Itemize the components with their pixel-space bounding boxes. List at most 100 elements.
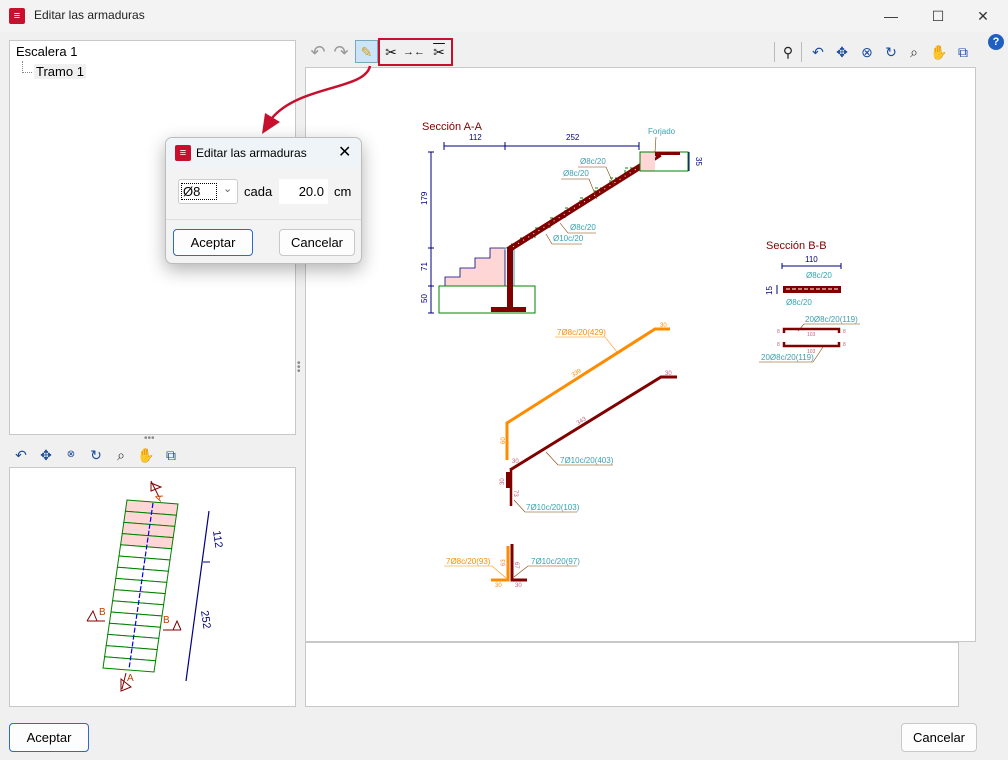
dim-112: 112 [469, 133, 482, 142]
tree-connector [22, 61, 32, 73]
stair-steps [444, 247, 506, 287]
rebar-label-a3: Ø8c/20 [570, 223, 596, 232]
horizontal-splitter[interactable]: ••• [144, 433, 155, 444]
plan-drawing: 112 252 A A B B [86, 480, 224, 692]
pan-hand-icon[interactable]: ✋ [928, 41, 950, 63]
chevron-down-icon: ⌄ [223, 183, 233, 195]
unit-label: cm [334, 184, 352, 199]
drawing-area[interactable]: Sección A-A 112 252 179 71 50 35 Forjado… [305, 67, 976, 642]
section-a-title: Sección A-A [422, 121, 483, 133]
redo-button[interactable]: ↷ [330, 41, 352, 63]
title-bar [0, 0, 1008, 32]
bar-b1-length: 103 [807, 332, 816, 338]
vertical-splitter[interactable]: • • • [297, 359, 303, 377]
rebar-label-a4: Ø10c/20 [553, 234, 584, 243]
cada-label: cada [244, 184, 273, 199]
bar-b2-end: 8 [843, 342, 846, 348]
zoom-x2-icon[interactable]: ⊗ [856, 41, 878, 63]
plan-mark-a-bottom: A [127, 673, 134, 684]
bar-2-end: 30 [665, 371, 672, 377]
bar-label-4: 7Ø8c/20(93) [446, 557, 491, 566]
dim-35: 35 [694, 157, 703, 166]
zoom-extents-icon[interactable]: ✥ [35, 444, 57, 466]
leader-line [654, 136, 657, 153]
bar-2-start: 30 [512, 459, 519, 465]
regenerate-icon[interactable]: ↻ [85, 444, 107, 466]
dim-15: 15 [765, 286, 774, 295]
leader-line [513, 565, 577, 578]
landing-concrete [640, 152, 655, 171]
dim-252: 252 [566, 133, 580, 142]
bar-label-5: 7Ø10c/20(97) [531, 557, 580, 566]
minimize-button[interactable]: — [868, 0, 914, 32]
app-icon: ≡ [9, 8, 25, 24]
dim-50: 50 [420, 294, 429, 303]
bar-label-3: 7Ø10c/20(103) [526, 503, 580, 512]
tree-item-escalera[interactable]: Escalera 1 [16, 44, 77, 59]
footing-rebar [491, 307, 526, 312]
edit-pencil-button[interactable]: ✎ [355, 40, 378, 63]
diameter-value: Ø8 [181, 183, 217, 200]
window-title: Editar las armaduras [34, 8, 145, 22]
plan-mark-b-left: B [99, 607, 106, 618]
bar-shape-3a [506, 472, 510, 488]
zoom-x2-icon[interactable]: ⊗ [60, 444, 82, 466]
dialog-app-icon: ≡ [175, 145, 191, 161]
plan-dimension-line [185, 510, 210, 682]
rebar-label-b2: Ø8c/20 [786, 298, 812, 307]
bar-b1-end: 8 [843, 329, 846, 335]
cut-overlap-scissors-icon[interactable]: ✂ [428, 41, 450, 63]
zoom-previous-icon[interactable]: ↶ [807, 41, 829, 63]
bar-4-b: 30 [495, 583, 502, 589]
bar-label-b1: 20Ø8c/20(119) [805, 315, 858, 324]
dim-179: 179 [420, 191, 429, 205]
column-rebar [507, 248, 513, 310]
plan-dim-112: 112 [210, 530, 224, 549]
bar-1-leg: 60 [501, 437, 507, 444]
regenerate-icon[interactable]: ↻ [880, 41, 902, 63]
diameter-select[interactable]: Ø8 ⌄ [178, 179, 238, 204]
dialog-cancel-button[interactable]: Cancelar [279, 229, 355, 256]
zoom-window-icon[interactable]: ⌕ [110, 444, 132, 466]
bar-3-b: 73 [512, 490, 518, 497]
maximize-button[interactable]: ☐ [915, 0, 961, 32]
bar-label-2: 7Ø10c/20(403) [560, 456, 614, 465]
tree-item-tramo[interactable]: Tramo 1 [34, 64, 86, 79]
toolbar-separator [801, 42, 802, 62]
bar-shape-1 [505, 327, 670, 460]
zoom-extents-icon[interactable]: ✥ [831, 41, 853, 63]
join-bars-icon[interactable]: →← [403, 41, 425, 63]
toolbar-separator [774, 42, 775, 62]
message-area [305, 642, 959, 707]
accept-button[interactable]: Aceptar [9, 723, 89, 752]
close-button[interactable]: ✕ [960, 0, 1006, 32]
cancel-button[interactable]: Cancelar [901, 723, 977, 752]
leader-line [444, 565, 507, 579]
pan-hand-icon[interactable]: ✋ [135, 444, 157, 466]
dialog-close-button[interactable]: ✕ [338, 142, 351, 162]
bar-label-1: 7Ø8c/20(429) [557, 328, 606, 337]
landing-rebar [655, 152, 680, 155]
section-b-title: Sección B-B [766, 240, 827, 252]
dialog-title: Editar las armaduras [196, 146, 307, 160]
rebar-label-a2: Ø8c/20 [563, 169, 589, 178]
leader-line [555, 336, 618, 353]
zoom-previous-icon[interactable]: ↶ [10, 444, 32, 466]
plan-mark-a-top: A [153, 493, 166, 503]
bar-3-a: 30 [500, 478, 506, 485]
dim-110: 110 [805, 255, 818, 264]
fit-window-icon[interactable]: ⧉ [160, 444, 182, 466]
bar-b2-end: 8 [777, 342, 780, 348]
bar-label-b2: 20Ø8c/20(119) [761, 353, 814, 362]
plan-mark-b-right: B [163, 615, 170, 626]
help-icon[interactable]: ? [988, 34, 1004, 50]
undo-button[interactable]: ↶ [307, 41, 329, 63]
spacing-input[interactable]: 20.0 [279, 179, 328, 204]
fit-window-icon[interactable]: ⧉ [952, 41, 974, 63]
bar-4-a: 63 [501, 559, 507, 566]
dialog-accept-button[interactable]: Aceptar [173, 229, 253, 256]
search-icon[interactable]: ⚲ [777, 41, 799, 63]
cut-bar-scissors-icon[interactable]: ✂ [380, 41, 402, 63]
forjado-label: Forjado [648, 127, 676, 136]
zoom-window-icon[interactable]: ⌕ [903, 41, 925, 63]
